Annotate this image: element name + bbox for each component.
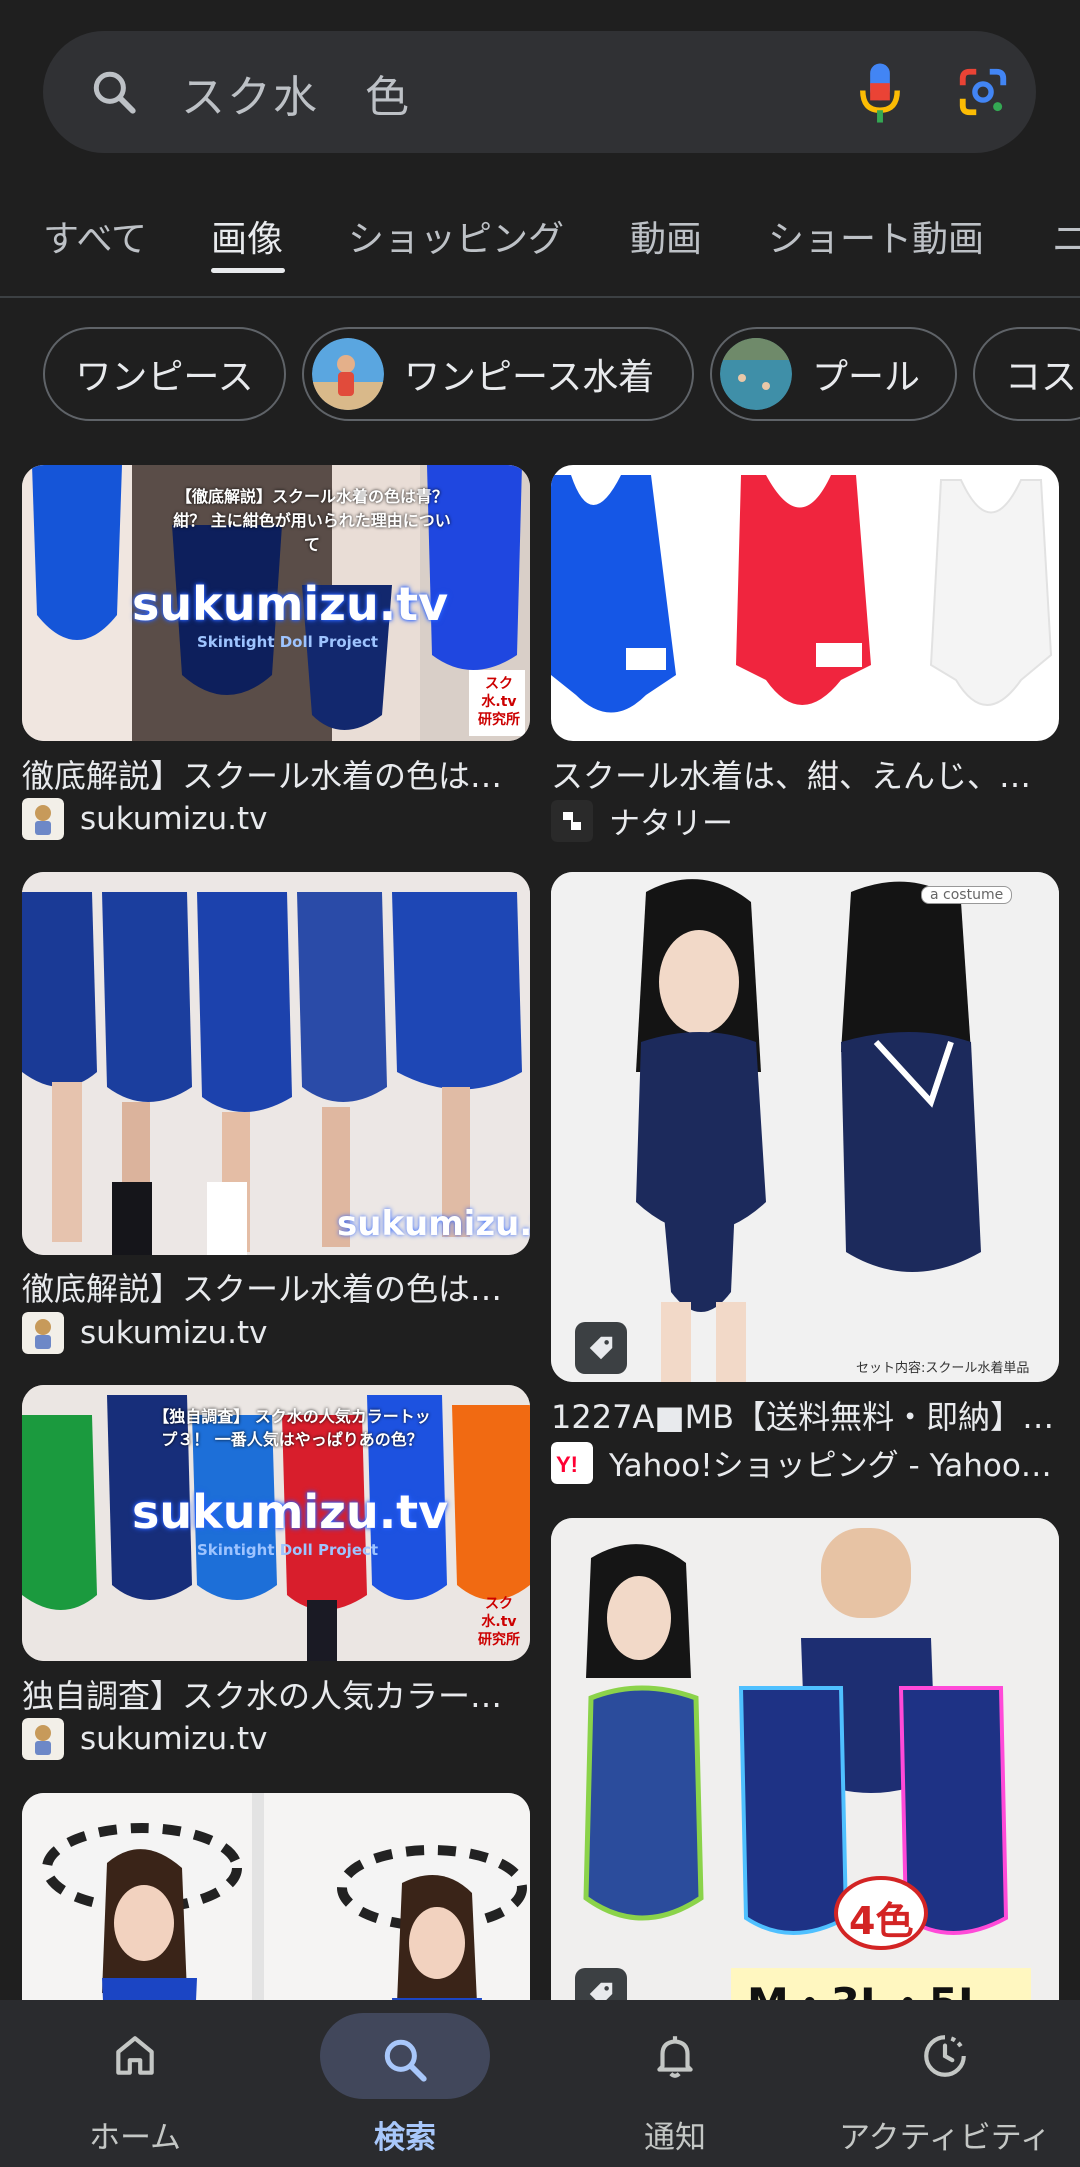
chip-costume[interactable]: コス	[973, 327, 1080, 421]
image-result[interactable]: a costume セット内容:スクール水着単品 1227A■MB【送料無料・即…	[551, 872, 1059, 1484]
result-image[interactable]: a costume セット内容:スクール水着単品	[551, 872, 1059, 1382]
active-tab-indicator	[211, 268, 285, 273]
tab-news[interactable]: ニ	[1052, 210, 1080, 262]
result-image[interactable]	[22, 1793, 530, 2000]
tab-shopping[interactable]: ショッピング	[348, 210, 564, 262]
nav-label: ホーム	[88, 2120, 182, 2156]
image-result[interactable]: スクール水着は、紺、えんじ、… ナタリー	[551, 465, 1059, 842]
result-source[interactable]: ナタリー	[551, 798, 733, 843]
result-image[interactable]: sukumizu.tv	[22, 872, 530, 1255]
bell-icon	[657, 2036, 693, 2078]
svg-text:Y!: Y!	[556, 1452, 578, 1477]
search-icon	[384, 2039, 427, 2082]
microphone-icon[interactable]	[855, 61, 905, 125]
activity-icon	[924, 2035, 966, 2077]
watermark: a costume	[921, 886, 1013, 904]
divider	[0, 296, 1080, 298]
chip-label: ワンピース	[75, 357, 254, 398]
nav-label: 検索	[374, 2120, 436, 2156]
site-favicon	[22, 1718, 64, 1760]
site-favicon	[22, 798, 64, 840]
image-result[interactable]	[22, 1793, 530, 2000]
site-favicon	[551, 799, 593, 842]
result-title[interactable]: 徹底解説】スクール水着の色は…	[22, 751, 530, 797]
source-name: ナタリー	[609, 806, 733, 842]
image-caption: セット内容:スクール水着単品	[856, 1361, 1030, 1376]
tag-icon	[589, 1982, 613, 2000]
tag-icon	[589, 1336, 613, 1360]
watermark-sub: Skintight Doll Project	[197, 1541, 379, 1559]
result-source[interactable]: sukumizu.tv	[22, 1718, 268, 1760]
search-tabs: すべて 画像 ショッピング 動画 ショート動画 ニ	[0, 200, 1080, 296]
tab-short-videos[interactable]: ショート動画	[768, 210, 984, 262]
source-name: sukumizu.tv	[80, 801, 268, 837]
result-image[interactable]: 4色 M・3L・5L	[551, 1518, 1059, 2000]
corner-logo: スク水.tv 研究所	[478, 676, 520, 728]
watermark: sukumizu.tv	[337, 1204, 530, 1244]
home-icon	[116, 2036, 154, 2075]
shopping-tag-badge	[575, 1968, 627, 2000]
image-overlay-text: 【徹底解説】スクール水着の色は青？紺？ 主に紺色が用いられた理由について	[173, 487, 451, 554]
nav-activity[interactable]: アクティビティ	[810, 2000, 1080, 2167]
chip-thumbnail	[312, 338, 384, 410]
result-source[interactable]: sukumizu.tv	[22, 798, 268, 840]
source-name: sukumizu.tv	[80, 1721, 268, 1757]
image-result[interactable]: 【徹底解説】スクール水着の色は青？紺？ 主に紺色が用いられた理由について suk…	[22, 465, 530, 840]
search-icon	[93, 71, 136, 114]
nav-label: アクティビティ	[839, 2120, 1051, 2156]
image-overlay-text: 【独自調査】 スク水の人気カラートップ３！ 一番人気はやっぱりあの色？	[153, 1407, 431, 1449]
corner-logo: スク水.tv 研究所	[478, 1596, 520, 1648]
chip-one-piece-swimsuit[interactable]: ワンピース水着	[302, 327, 694, 421]
search-input[interactable]: スク水 色	[181, 61, 411, 125]
google-lens-icon[interactable]	[956, 65, 1010, 119]
image-result[interactable]: 【独自調査】 スク水の人気カラートップ３！ 一番人気はやっぱりあの色？ suku…	[22, 1385, 530, 1763]
image-result[interactable]: sukumizu.tv 徹底解説】スクール水着の色は… sukumizu.tv	[22, 872, 530, 1354]
watermark: sukumizu.tv	[132, 577, 449, 631]
chip-thumbnail	[720, 338, 792, 410]
source-name: sukumizu.tv	[80, 1315, 268, 1351]
result-title[interactable]: 徹底解説】スクール水着の色は…	[22, 1264, 530, 1310]
shopping-tag-badge	[575, 1322, 627, 1374]
tab-images[interactable]: 画像	[211, 210, 283, 262]
nav-label: 通知	[644, 2120, 706, 2156]
tab-all[interactable]: すべて	[43, 210, 147, 262]
result-title[interactable]: 独自調査】スク水の人気カラー…	[22, 1671, 530, 1717]
chip-one-piece[interactable]: ワンピース	[43, 327, 286, 421]
result-title[interactable]: 1227A■MB【送料無料・即納】…	[551, 1392, 1059, 1438]
nav-notifications[interactable]: 通知	[540, 2000, 810, 2167]
result-image[interactable]: 【徹底解説】スクール水着の色は青？紺？ 主に紺色が用いられた理由について suk…	[22, 465, 530, 741]
size-text: M・3L・5L	[747, 1970, 985, 2000]
nav-search[interactable]: 検索	[270, 2000, 540, 2167]
result-source[interactable]: sukumizu.tv	[22, 1312, 268, 1354]
result-title[interactable]: スクール水着は、紺、えんじ、…	[551, 751, 1059, 797]
site-favicon	[22, 1312, 64, 1354]
search-bar[interactable]: スク水 色	[43, 31, 1036, 153]
tab-videos[interactable]: 動画	[630, 210, 702, 262]
bottom-navigation: ホーム 検索 通知 アクティビティ	[0, 2000, 1080, 2167]
color-count-badge: 4色	[849, 1899, 914, 1943]
watermark: sukumizu.tv	[132, 1485, 449, 1539]
chip-pool[interactable]: プール	[710, 327, 957, 421]
source-name: Yahoo!ショッピング - Yahoo…	[609, 1448, 1052, 1484]
nav-home[interactable]: ホーム	[0, 2000, 270, 2167]
result-source[interactable]: Y! Yahoo!ショッピング - Yahoo…	[551, 1440, 1059, 1485]
site-favicon: Y!	[551, 1441, 593, 1484]
chip-label: ワンピース水着	[404, 357, 655, 398]
watermark-sub: Skintight Doll Project	[197, 633, 379, 651]
chip-label: コス	[1005, 357, 1078, 398]
chip-label: プール	[812, 357, 921, 398]
result-image[interactable]	[551, 465, 1059, 741]
image-result[interactable]: 4色 M・3L・5L	[551, 1518, 1059, 2000]
result-image[interactable]: 【独自調査】 スク水の人気カラートップ３！ 一番人気はやっぱりあの色？ suku…	[22, 1385, 530, 1661]
